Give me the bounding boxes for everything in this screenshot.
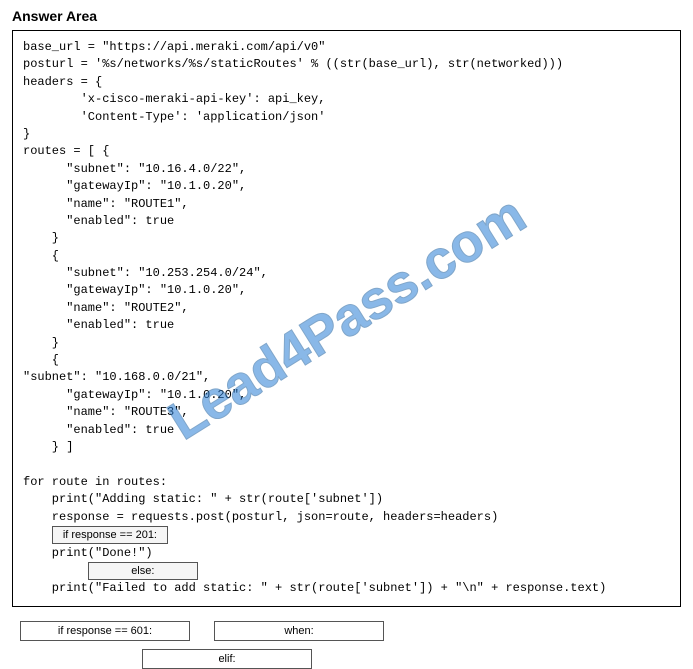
code-line: "name": "ROUTE2", (23, 301, 189, 315)
option-when[interactable]: when: (214, 621, 384, 641)
code-line: { (23, 353, 59, 367)
code-container: base_url = "https://api.meraki.com/api/v… (12, 30, 681, 607)
code-line: base_url = "https://api.meraki.com/api/v… (23, 40, 325, 54)
option-if-601[interactable]: if response == 601: (20, 621, 190, 641)
code-line: } (23, 336, 59, 350)
code-line: "gatewayIp": "10.1.0.20", (23, 179, 246, 193)
code-line: response = requests.post(posturl, json=r… (23, 510, 498, 524)
code-line: } ] (23, 440, 73, 454)
code-line: for route in routes: (23, 475, 167, 489)
code-line: } (23, 127, 30, 141)
code-line: "subnet": "10.168.0.0/21", (23, 370, 210, 384)
drop-slot-if[interactable]: if response == 201: (52, 526, 168, 544)
answer-area-title: Answer Area (12, 8, 681, 24)
code-line: print("Done!") (23, 546, 153, 560)
code-line: "name": "ROUTE1", (23, 197, 189, 211)
code-line: "enabled": true (23, 423, 174, 437)
drop-slot-else[interactable]: else: (88, 562, 198, 580)
code-line: 'Content-Type': 'application/json' (23, 110, 325, 124)
code-line: "subnet": "10.16.4.0/22", (23, 162, 246, 176)
code-line: 'x-cisco-meraki-api-key': api_key, (23, 92, 325, 106)
options-row-1: if response == 601: when: (12, 621, 681, 641)
options-row-2: elif: (12, 649, 681, 669)
code-line: "gatewayIp": "10.1.0.20", (23, 388, 246, 402)
code-line: print("Failed to add static: " + str(rou… (23, 581, 606, 595)
watermark-text: Lead4Pass.com (153, 177, 541, 460)
code-line: posturl = '%s/networks/%s/staticRoutes' … (23, 57, 563, 71)
code-line: { (23, 249, 59, 263)
code-line: "gatewayIp": "10.1.0.20", (23, 283, 246, 297)
code-line: "name": "ROUTE3", (23, 405, 189, 419)
code-line: routes = [ { (23, 144, 109, 158)
code-line: headers = { (23, 75, 102, 89)
code-line: } (23, 231, 59, 245)
code-line: "enabled": true (23, 214, 174, 228)
code-line: "enabled": true (23, 318, 174, 332)
code-line: "subnet": "10.253.254.0/24", (23, 266, 268, 280)
code-line: print("Adding static: " + str(route['sub… (23, 492, 383, 506)
option-elif[interactable]: elif: (142, 649, 312, 669)
